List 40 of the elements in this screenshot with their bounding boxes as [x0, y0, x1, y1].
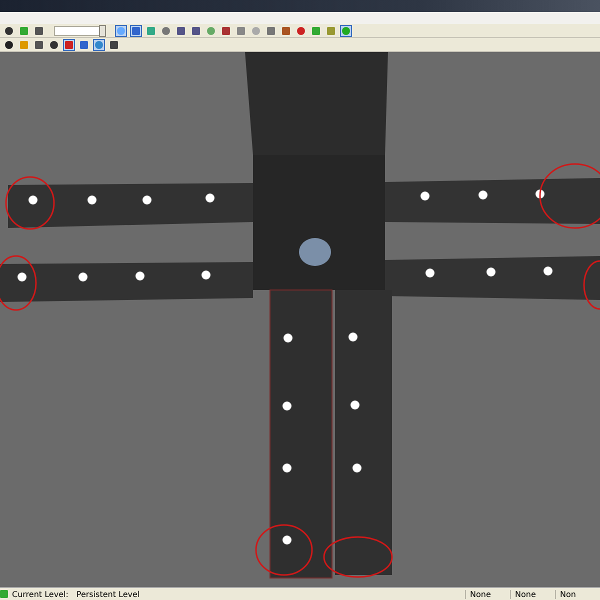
- current-level-label: Current Level:: [11, 590, 70, 598]
- toolbar-button[interactable]: [108, 38, 120, 50]
- status-field: None: [465, 590, 510, 598]
- slider-thumb[interactable]: [99, 24, 106, 36]
- light-icon: [282, 402, 292, 410]
- light-icon: [206, 194, 214, 202]
- light-icon: [28, 196, 38, 204]
- toolbar-button[interactable]: [33, 24, 45, 36]
- light-icon: [78, 272, 88, 282]
- light-icon: [88, 196, 96, 204]
- annotation-circle: [5, 176, 55, 230]
- toolbar-button[interactable]: [190, 24, 202, 36]
- annotation-circle: [255, 524, 313, 576]
- toolbar-button[interactable]: [33, 38, 45, 50]
- status-field: Non: [555, 590, 600, 598]
- light-icon: [282, 536, 292, 544]
- check-icon: [0, 590, 8, 598]
- light-icon: [348, 332, 358, 342]
- light-icon: [136, 272, 144, 280]
- light-icon: [352, 464, 362, 472]
- light-icon: [486, 268, 496, 276]
- light-icon: [282, 464, 292, 472]
- current-level-value: Persistent Level: [75, 590, 141, 598]
- light-icon: [544, 266, 552, 276]
- light-icon: [536, 190, 544, 198]
- toolbar-button[interactable]: [175, 24, 187, 36]
- light-icon: [420, 192, 430, 200]
- light-icon: [350, 400, 360, 410]
- light-icon: [426, 268, 434, 278]
- status-field: None: [510, 590, 555, 598]
- toolbar-button[interactable]: [3, 38, 15, 50]
- annotation-circle: [323, 536, 393, 578]
- light-icon: [284, 334, 292, 342]
- light-icon: [18, 272, 26, 282]
- zoom-slider[interactable]: [54, 26, 106, 36]
- light-icon: [202, 270, 210, 280]
- toolbar-button[interactable]: [3, 24, 15, 36]
- light-icon: [478, 190, 488, 200]
- light-icon: [142, 196, 152, 204]
- toolbar-button[interactable]: [48, 38, 60, 50]
